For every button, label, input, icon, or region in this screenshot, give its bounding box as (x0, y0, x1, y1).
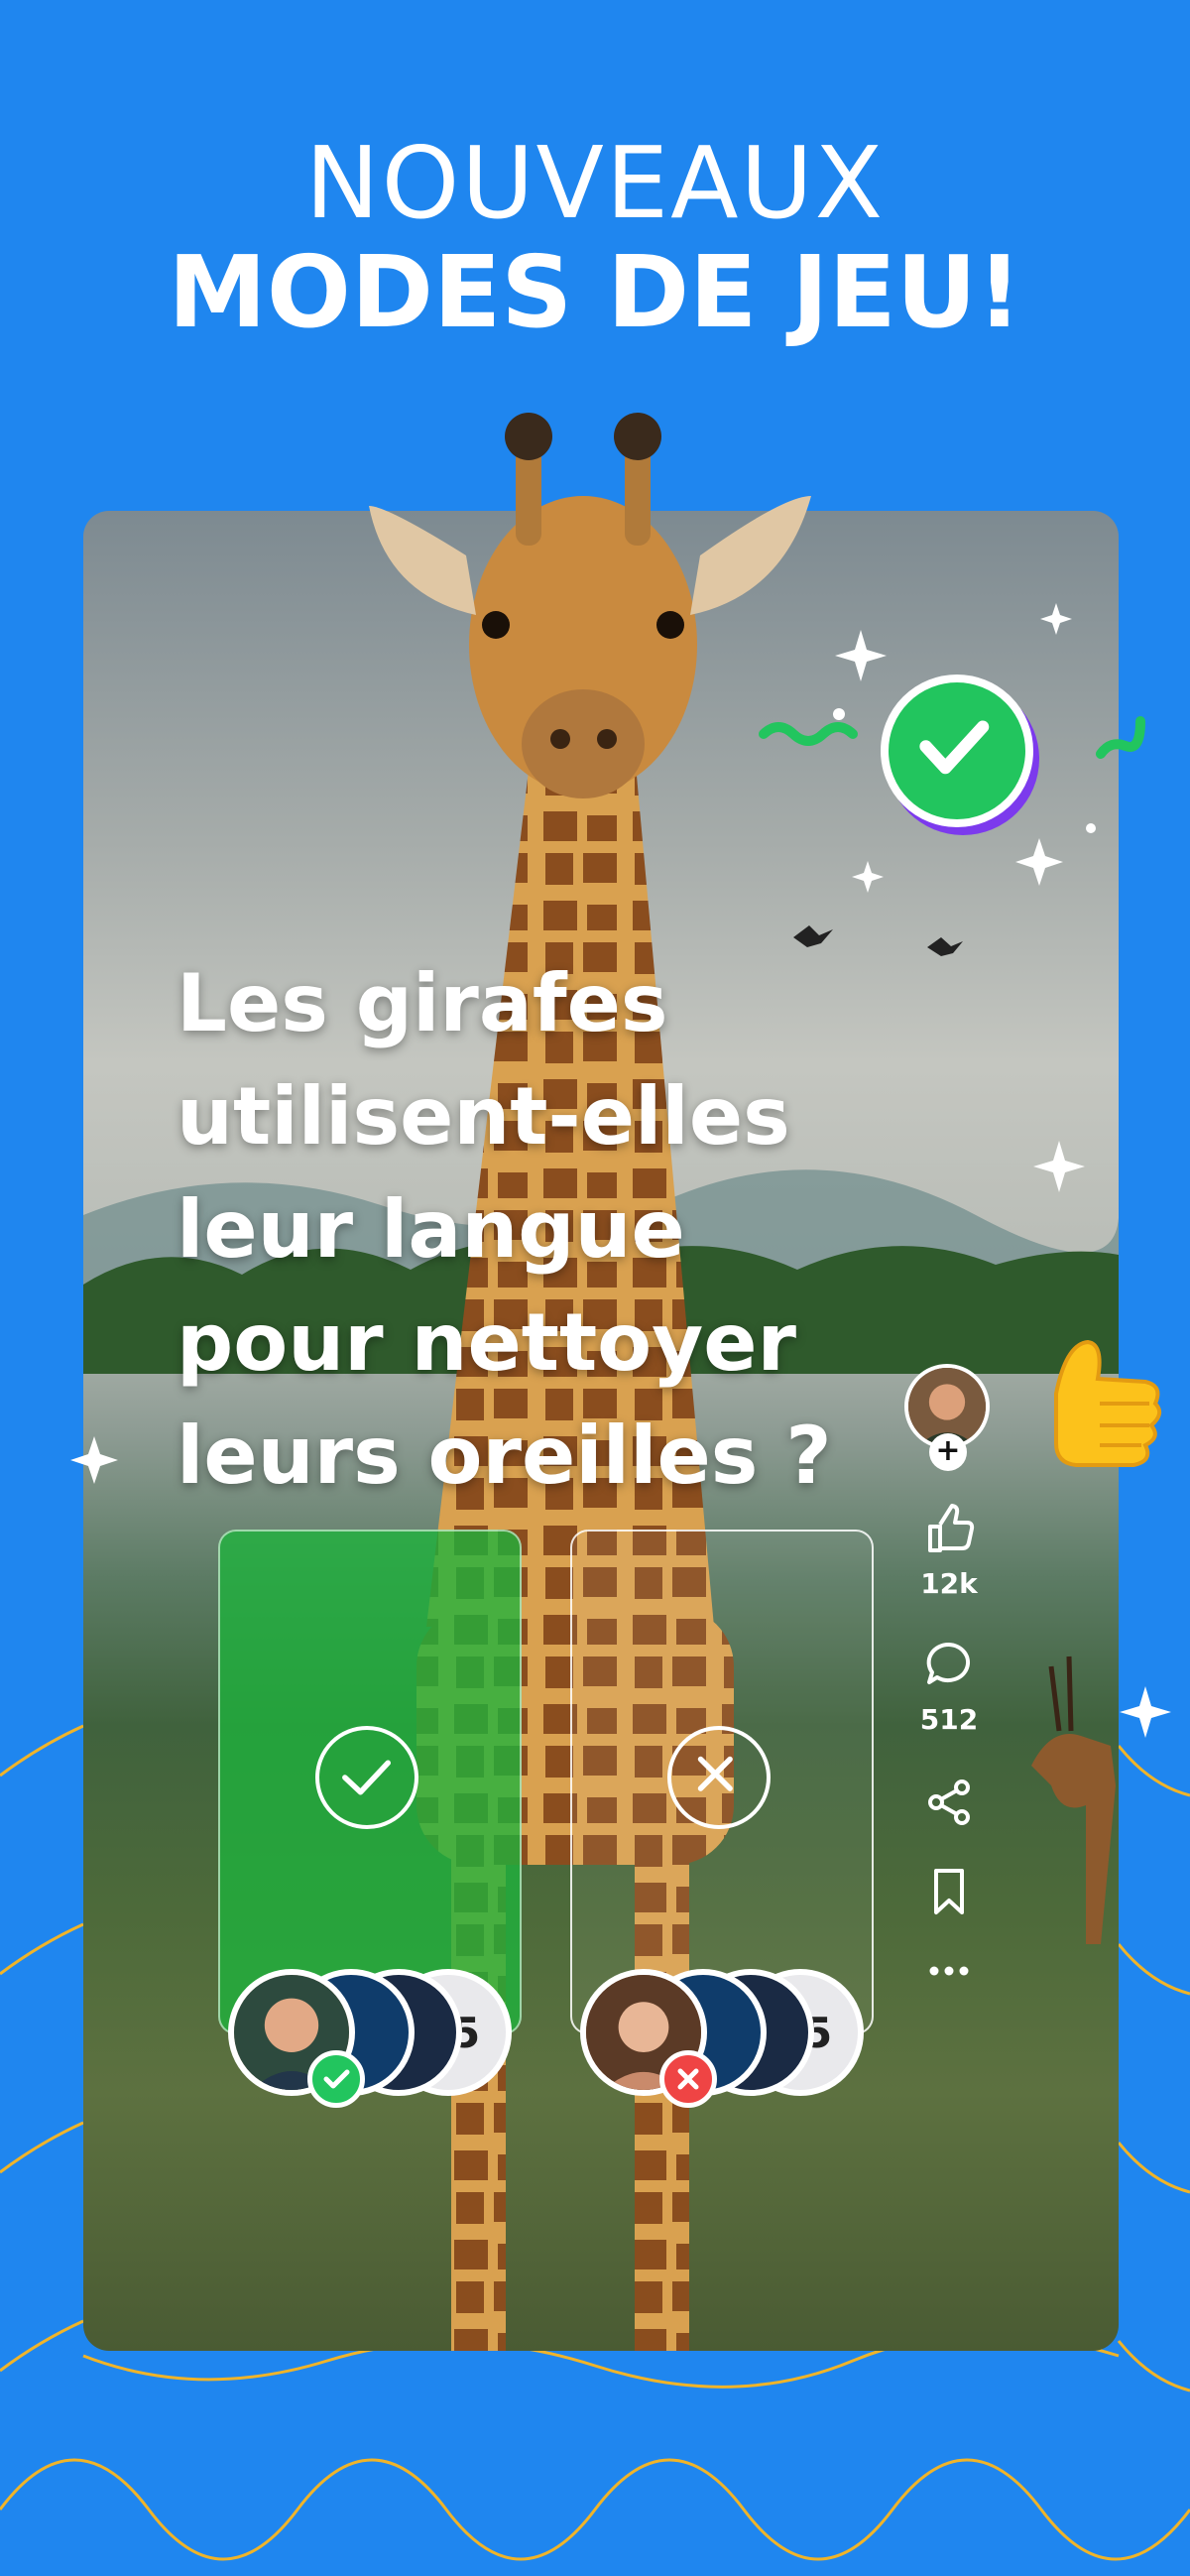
header-line-2: MODES DE JEU! (168, 234, 1022, 350)
follow-plus-icon[interactable]: + (929, 1433, 967, 1471)
check-circle-icon (315, 1726, 418, 1829)
x-circle-icon (667, 1726, 771, 1829)
like-icon[interactable] (922, 1503, 976, 1556)
answer-yes-button[interactable] (218, 1530, 522, 2034)
question-line-4: pour nettoyer (177, 1296, 796, 1389)
answer-no-button[interactable] (570, 1530, 874, 2034)
promo-header: NOUVEAUX MODES DE JEU! (0, 129, 1190, 347)
question-line-5: leurs oreilles ? (177, 1410, 832, 1502)
question-line-2: utilisent-elles (177, 1070, 790, 1163)
no-voters-group[interactable]: +5 (580, 1969, 864, 2108)
correct-answer-badge (881, 675, 1033, 827)
question-line-1: Les girafes (177, 957, 668, 1049)
header-line-1: NOUVEAUX (304, 125, 886, 241)
more-options-icon[interactable] (922, 1944, 976, 1998)
quiz-question: Les girafes utilisent-elles leur langue … (177, 947, 930, 1513)
like-count: 12k (920, 1567, 978, 1600)
checkmark-icon (323, 2069, 350, 2089)
question-line-3: leur langue (177, 1183, 685, 1276)
thumbs-up-emoji-icon (1054, 1339, 1162, 1467)
checkmark-icon (919, 720, 990, 775)
bookmark-icon[interactable] (922, 1865, 976, 1918)
comment-count: 512 (919, 1703, 979, 1736)
comment-icon[interactable] (922, 1637, 976, 1690)
share-icon[interactable] (922, 1776, 976, 1829)
correct-vote-badge (307, 2050, 365, 2108)
wrong-vote-badge (659, 2050, 717, 2108)
yes-voters-group[interactable]: +5 (228, 1969, 512, 2108)
x-icon (677, 2068, 699, 2090)
